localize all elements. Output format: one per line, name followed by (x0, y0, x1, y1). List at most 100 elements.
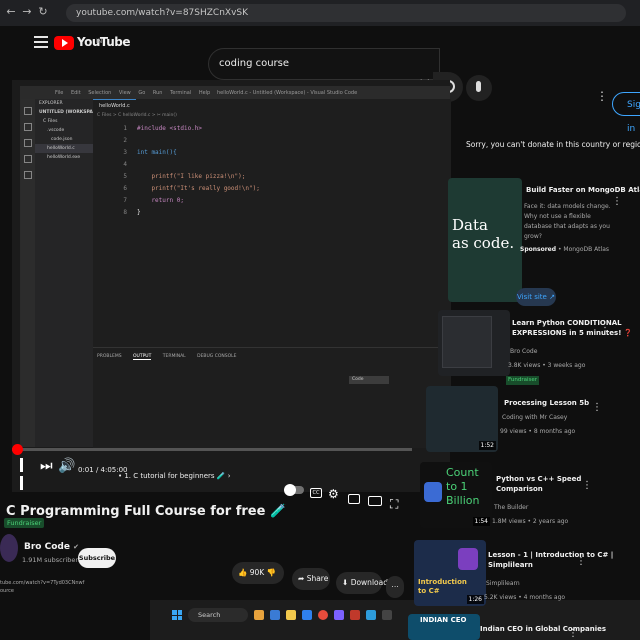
subscribe-button[interactable]: Subscribe (78, 548, 116, 568)
page: ← → ↻ youtube.com/watch?v=87SHZCnXvSK Yo… (0, 0, 640, 640)
windows-start-icon[interactable] (172, 610, 182, 620)
channel-avatar[interactable] (0, 534, 18, 562)
video-more-icon[interactable]: ⋮ (592, 402, 602, 413)
forward-icon[interactable]: → (20, 5, 34, 19)
extensions-icon (24, 171, 32, 179)
share-button[interactable]: ➦ Share (292, 568, 330, 590)
chrome-icon[interactable] (318, 610, 328, 620)
like-button[interactable]: 👍 90K 👎 (232, 562, 284, 584)
vscode-menu-go: Go (138, 90, 146, 96)
channel-name[interactable]: Bro Code ✔ (24, 542, 79, 552)
browser-toolbar: ← → ↻ youtube.com/watch?v=87SHZCnXvSK (0, 0, 640, 26)
code-line: 2 (123, 137, 127, 144)
vscode-menu-edit: Edit (70, 90, 81, 96)
sign-in-button[interactable]: Sign in (612, 92, 640, 134)
visit-site-button[interactable]: Visit site ↗ (516, 288, 556, 306)
weather-icon[interactable] (254, 610, 264, 620)
download-button[interactable]: ⬇ Download (336, 572, 388, 594)
video-more-icon[interactable]: ⋮ (576, 556, 586, 567)
ad-thumbnail-text: Data as code. (452, 216, 515, 252)
voice-search-icon[interactable] (466, 75, 492, 101)
settings-more-icon[interactable]: ⋮ (596, 90, 608, 106)
folder-icon[interactable] (286, 610, 296, 620)
source-control-icon (24, 139, 32, 147)
menu-icon[interactable] (34, 36, 48, 48)
thumbs-down-icon[interactable]: 👎 (267, 568, 276, 577)
vscode-menu-file: File (55, 90, 64, 96)
search-input[interactable]: coding course (208, 48, 440, 80)
file-explorer-icon[interactable] (270, 610, 280, 620)
video-more-icon[interactable]: ⋮ (568, 628, 578, 639)
video-player[interactable]: File Edit Selection View Go Run Terminal… (12, 80, 451, 492)
thumbs-up-icon: 👍 (238, 568, 248, 577)
edge-icon[interactable] (302, 610, 312, 620)
vscode-menu: File Edit Selection View Go Run Terminal… (55, 87, 216, 99)
explorer-item: .vscode (47, 128, 65, 133)
vscode-titlebar: File Edit Selection View Go Run Terminal… (21, 87, 449, 99)
panel-tab-output: OUTPUT (133, 354, 152, 360)
status-bar-url: tube.com/watch?v=7Tyd03CNnwf (0, 580, 85, 586)
video-channel[interactable]: Coding with Mr Casey (502, 414, 567, 421)
video-title[interactable]: Indian CEO in Global Companies (480, 624, 606, 634)
code-block: 1 #include <stdio.h> 2 3 int main(){ 4 5 p… (93, 123, 259, 219)
vscode-icon[interactable] (366, 610, 376, 620)
video-title[interactable]: Processing Lesson 5b (504, 398, 589, 408)
address-bar[interactable]: youtube.com/watch?v=87SHZCnXvSK (66, 4, 626, 22)
fullscreen-icon[interactable]: ⛶ (390, 496, 398, 512)
video-channel[interactable]: The Builder (494, 504, 528, 511)
video-thumbnail[interactable] (438, 310, 510, 376)
vscode-panel: PROBLEMS OUTPUT TERMINAL DEBUG CONSOLE C… (93, 347, 451, 448)
ad-title[interactable]: Build Faster on MongoDB Atlas (526, 186, 640, 194)
logo-text: YouTube (77, 35, 131, 49)
video-more-icon[interactable]: ⋮ (582, 480, 592, 491)
app-icon[interactable] (350, 610, 360, 620)
video-more-icon[interactable]: ⋮ (600, 326, 610, 337)
thumbnail-code-preview (442, 316, 492, 368)
video-title[interactable]: Lesson - 1 | Introduction to C# | Simplil… (488, 550, 613, 570)
video-thumbnail[interactable]: INDIAN CEO (408, 614, 480, 640)
reload-icon[interactable]: ↻ (36, 5, 50, 19)
fundraiser-badge[interactable]: Fundraiser (506, 376, 539, 385)
progress-bar[interactable] (12, 444, 412, 455)
code-line: 7 return 0; (123, 197, 184, 204)
panel-tab-terminal: TERMINAL (162, 354, 186, 359)
video-thumbnail[interactable]: Count to 1 Billion 1:54 (420, 462, 492, 528)
windows-taskbar: Search (150, 600, 640, 640)
ad-thumbnail[interactable]: Data as code. (448, 178, 522, 302)
explorer-title: EXPLORER (39, 101, 63, 106)
vscode-window: File Edit Selection View Go Run Terminal… (20, 86, 451, 448)
video-channel[interactable]: Simplilearn (486, 580, 520, 587)
video-thumbnail[interactable]: Introduction to C# 1:26 (414, 540, 486, 606)
vs-icon[interactable] (334, 610, 344, 620)
progress-scrubber[interactable] (12, 444, 23, 455)
autoplay-toggle[interactable] (284, 484, 304, 496)
video-title[interactable]: Learn Python CONDITIONAL EXPRESSIONS in 5… (512, 318, 633, 338)
output-channel-select: Code (349, 376, 389, 384)
volume-icon[interactable]: 🔊 (58, 458, 75, 474)
vscode-menu-help: Help (198, 90, 211, 96)
video-channel[interactable]: Bro Code (510, 348, 537, 355)
vscode-explorer: EXPLORER UNTITLED (WORKSPACE) C Files .v… (35, 99, 101, 447)
more-actions-button[interactable]: ⋯ (386, 576, 404, 598)
miniplayer-icon[interactable] (348, 494, 360, 504)
verified-icon: ✔ (73, 543, 79, 551)
chapter-title[interactable]: • 1. C tutorial for beginners 🧪 › (118, 472, 231, 480)
terminal-icon[interactable] (382, 610, 392, 620)
subtitles-icon[interactable]: CC (310, 488, 322, 498)
code-line: 5 printf("I like pizza!\n"); (123, 173, 246, 180)
video-meta: 5.2K views • 4 months ago (484, 594, 566, 601)
fundraiser-badge[interactable]: Fundraiser (4, 518, 45, 528)
next-icon[interactable]: ⏭ (40, 458, 53, 474)
pause-icon[interactable] (20, 458, 30, 490)
video-thumbnail[interactable]: 1:52 (426, 386, 498, 452)
vscode-editor: helloWorld.c C Files > C helloWorld.c > … (93, 99, 451, 347)
vscode-menu-selection: Selection (88, 90, 112, 96)
video-duration: 1:54 (472, 517, 490, 526)
back-icon[interactable]: ← (4, 5, 18, 19)
theater-mode-icon[interactable] (368, 496, 382, 506)
taskbar-search[interactable]: Search (188, 608, 248, 622)
donate-message: Sorry, you can't donate in this country … (466, 140, 640, 149)
settings-gear-icon[interactable]: ⚙ (328, 486, 339, 502)
video-title[interactable]: Python vs C++ Speed Comparison (496, 474, 581, 494)
country-code: IN (96, 38, 103, 45)
